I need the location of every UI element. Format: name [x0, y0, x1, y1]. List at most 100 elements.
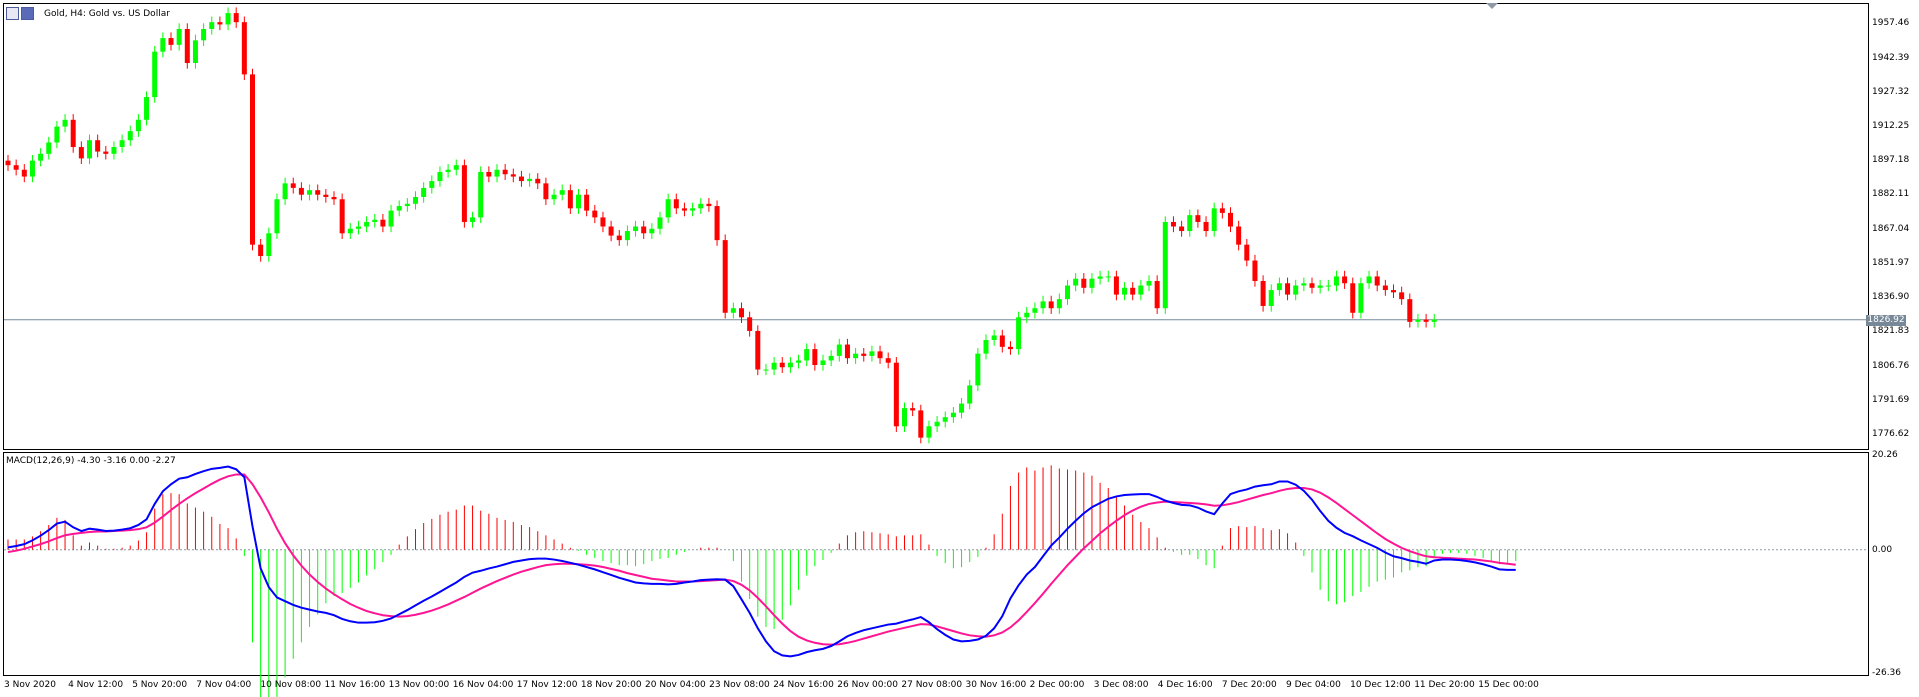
candle-body: [1317, 285, 1323, 288]
candle-body: [893, 362, 899, 427]
candle-body: [885, 358, 891, 363]
candle-body: [388, 210, 394, 227]
time-tick: 15 Dec 00:00: [1478, 680, 1539, 690]
candle-body: [486, 172, 492, 177]
candle-body: [396, 206, 402, 211]
candle-body: [1366, 276, 1372, 284]
candle-body: [168, 38, 174, 45]
price-tick: 1806.76: [1872, 360, 1910, 371]
time-tick: 23 Nov 08:00: [709, 680, 770, 690]
candle-body: [959, 403, 965, 413]
candle-body: [869, 351, 875, 356]
time-tick: 11 Dec 20:00: [1414, 680, 1475, 690]
candle-body: [967, 385, 973, 404]
candle-body: [1423, 319, 1429, 322]
candle-body: [103, 151, 109, 154]
candle-body: [78, 147, 84, 159]
candle-body: [380, 219, 386, 227]
time-tick: 10 Dec 12:00: [1350, 680, 1411, 690]
candle-body: [1415, 319, 1421, 322]
candle-body: [918, 410, 924, 438]
time-tick: 3 Nov 2020: [4, 680, 56, 690]
candle-body: [225, 13, 231, 25]
candle-body: [755, 330, 761, 370]
price-tick: 1882.11: [1872, 189, 1910, 200]
candle-body: [1040, 301, 1046, 309]
candle-body: [657, 217, 663, 229]
candle-body: [437, 172, 443, 182]
time-tick: 5 Nov 20:00: [132, 680, 188, 690]
candle-body: [1244, 244, 1250, 261]
candle-body: [999, 335, 1005, 347]
candle-body: [266, 233, 272, 257]
candle-body: [600, 217, 606, 227]
candle-body: [1032, 308, 1038, 313]
candle-body: [209, 22, 215, 29]
candle-body: [290, 183, 296, 188]
candle-body: [1170, 221, 1176, 227]
candle-body: [1195, 215, 1201, 222]
candle-body: [331, 196, 337, 200]
candle-body: [1252, 260, 1258, 281]
price-tick: 1776.62: [1872, 428, 1910, 439]
time-tick: 18 Nov 20:00: [580, 680, 642, 690]
time-tick: 2 Dec 00:00: [1029, 680, 1085, 690]
price-tick: 1897.18: [1872, 155, 1910, 166]
candle-body: [926, 426, 932, 438]
time-tick: 17 Nov 12:00: [516, 680, 578, 690]
candle-body: [404, 203, 410, 207]
candle-body: [820, 360, 826, 365]
candle-body: [608, 226, 614, 236]
candle-body: [1056, 299, 1062, 309]
candle-body: [62, 119, 68, 127]
candle-body: [453, 165, 459, 170]
candle-body: [201, 28, 207, 41]
candle-body: [152, 51, 158, 98]
candle-body: [902, 408, 907, 427]
candle-body: [1391, 290, 1396, 293]
candle-body: [1333, 276, 1339, 286]
candle-body: [29, 160, 35, 177]
candle-body: [567, 190, 573, 209]
price-tick: 1791.69: [1872, 394, 1910, 405]
candle-body: [461, 165, 467, 222]
candle-body: [844, 344, 850, 359]
candle-body: [429, 181, 435, 188]
candle-body: [1016, 317, 1022, 350]
candle-body: [5, 160, 11, 166]
candle-body: [339, 199, 345, 234]
current-price-label: 1826.92: [1866, 314, 1906, 326]
price-tick: 1836.90: [1872, 292, 1910, 303]
chart-shift-marker[interactable]: [1486, 3, 1498, 11]
candle-body: [812, 349, 818, 365]
chart-plot[interactable]: [0, 0, 1919, 697]
candle-body: [470, 217, 476, 222]
candle-body: [1007, 346, 1013, 350]
candle-body: [730, 308, 736, 313]
candle-body: [551, 194, 557, 200]
candle-body: [1065, 285, 1070, 300]
candle-body: [1399, 292, 1405, 300]
time-tick: 16 Nov 04:00: [452, 680, 514, 690]
candle-body: [1309, 283, 1315, 288]
candle-body: [192, 40, 198, 64]
candle-body: [298, 187, 304, 195]
time-tick: 9 Dec 04:00: [1286, 680, 1341, 690]
price-tick: 1912.25: [1872, 121, 1910, 132]
candle-body: [991, 335, 997, 341]
price-tick: 1821.83: [1872, 326, 1910, 337]
candle-body: [1228, 212, 1233, 227]
candle-body: [861, 353, 867, 356]
price-tick: 1851.97: [1872, 257, 1910, 268]
candle-body: [828, 355, 834, 361]
candle-body: [160, 38, 166, 52]
candle-body: [624, 231, 630, 241]
candle-body: [510, 174, 516, 177]
candle-body: [518, 176, 524, 182]
candle-body: [1350, 283, 1356, 313]
candle-body: [714, 206, 720, 241]
macd-main-line: [7, 465, 1516, 658]
candle-body: [413, 196, 418, 204]
chart-window[interactable]: Gold, H4: Gold vs. US Dollar MACD(12,26,…: [0, 0, 1919, 697]
candle-body: [1187, 215, 1193, 232]
